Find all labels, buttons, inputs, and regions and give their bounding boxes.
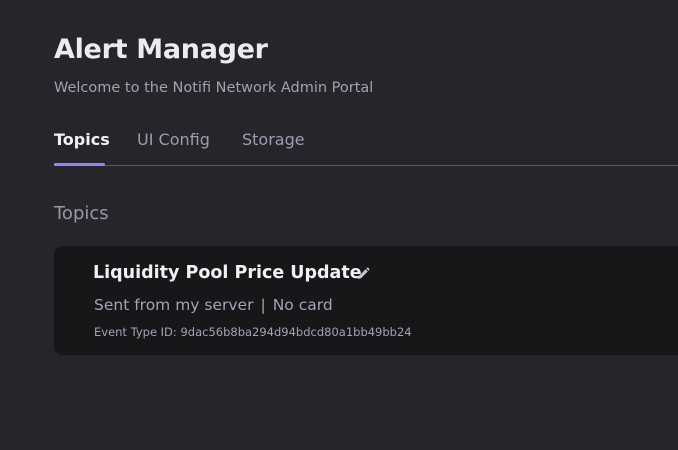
event-type-id: Event Type ID: 9dac56b8ba294d94bdcd80a1b… (94, 325, 412, 339)
event-type-value: 9dac56b8ba294d94bdcd80a1bb49bb24 (180, 325, 412, 339)
tab-ui-config-label: UI Config (137, 130, 210, 149)
tab-storage[interactable]: Storage (242, 130, 305, 149)
topic-title: Liquidity Pool Price Update (93, 263, 362, 283)
topic-source: Sent from my server (94, 296, 254, 314)
alert-manager-page: Alert Manager Welcome to the Notifi Netw… (0, 0, 678, 450)
tab-ui-config[interactable]: UI Config (137, 130, 210, 149)
event-type-label: Event Type ID: (94, 325, 177, 339)
meta-separator: | (260, 296, 266, 314)
tab-bar: Topics UI Config Storage (54, 128, 678, 166)
active-tab-indicator (54, 163, 105, 166)
tab-storage-label: Storage (242, 130, 305, 149)
section-heading-topics: Topics (54, 203, 109, 224)
tab-topics[interactable]: Topics (54, 130, 110, 149)
topic-card[interactable]: Liquidity Pool Price Update Sent from my… (54, 246, 678, 355)
page-title: Alert Manager (54, 34, 268, 65)
tab-topics-label: Topics (54, 130, 110, 149)
page-subtitle: Welcome to the Notifi Network Admin Port… (54, 80, 374, 96)
topic-card-status: No card (272, 296, 333, 314)
topic-meta: Sent from my server | No card (94, 296, 333, 314)
pencil-icon[interactable] (356, 266, 370, 280)
